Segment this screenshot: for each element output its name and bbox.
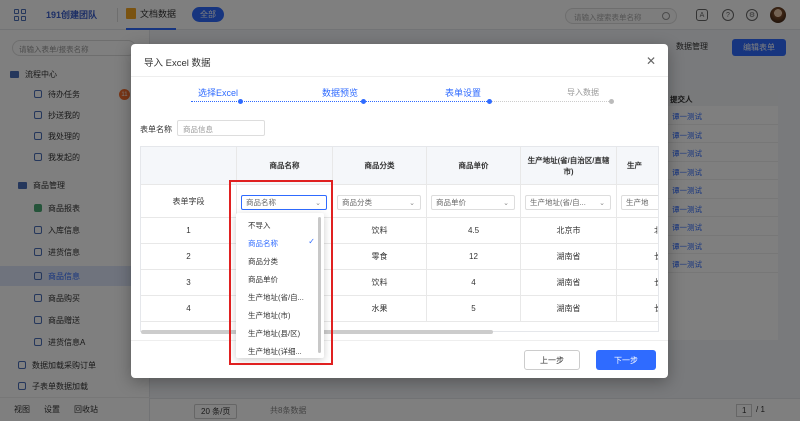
step-dot <box>487 99 492 104</box>
previous-step-button[interactable]: 上一步 <box>524 350 580 370</box>
select-value: 商品单价 <box>436 198 466 207</box>
header-cell: 商品分类 <box>333 147 427 185</box>
next-step-button[interactable]: 下一步 <box>596 350 656 370</box>
step-form-settings: 表单设置 <box>445 88 482 98</box>
row-label-form-field: 表单字段 <box>141 185 237 218</box>
row-index: 1 <box>141 218 237 244</box>
field-select-city[interactable]: 生产地 <box>621 195 658 210</box>
field-select-category[interactable]: 商品分类 ⌄ <box>337 195 421 210</box>
step-data-preview: 数据预览 <box>322 88 359 98</box>
step-progress-line <box>191 101 491 103</box>
data-cell: 湖南省 <box>521 244 617 270</box>
data-cell: 长 <box>617 296 658 322</box>
header-cell: 生产 <box>617 147 658 185</box>
data-cell: 零食 <box>333 244 427 270</box>
data-cell: 水果 <box>333 296 427 322</box>
data-cell: 5 <box>427 296 521 322</box>
header-cell: 生产地址(省/自治区/直辖市) <box>521 147 617 185</box>
data-cell: 长 <box>617 244 658 270</box>
chevron-down-icon: ⌄ <box>599 200 605 207</box>
step-pending-line <box>491 101 611 103</box>
close-icon[interactable]: ✕ <box>646 54 656 68</box>
data-cell: 4.5 <box>427 218 521 244</box>
step-dot <box>238 99 243 104</box>
select-value: 生产地址(省/自... <box>530 198 586 207</box>
divider <box>131 76 668 77</box>
divider <box>131 340 668 341</box>
field-select-price[interactable]: 商品单价 ⌄ <box>431 195 515 210</box>
data-cell: 湖南省 <box>521 296 617 322</box>
data-cell: 饮料 <box>333 218 427 244</box>
select-value: 生产地 <box>626 198 649 207</box>
modal-title: 导入 Excel 数据 <box>144 58 211 69</box>
row-index: 3 <box>141 270 237 296</box>
highlight-box <box>229 180 333 365</box>
step-select-excel: 选择Excel <box>198 88 239 98</box>
data-cell: 湖南省 <box>521 270 617 296</box>
form-name-input[interactable]: 商品信息 <box>177 120 265 136</box>
step-dot <box>609 99 614 104</box>
data-cell: 北 <box>617 218 658 244</box>
chevron-down-icon: ⌄ <box>503 200 509 207</box>
import-excel-modal: 导入 Excel 数据 ✕ 选择Excel 数据预览 表单设置 导入数据 表单名… <box>131 44 668 378</box>
header-cell-empty <box>141 147 237 185</box>
step-dot <box>361 99 366 104</box>
data-cell: 4 <box>427 270 521 296</box>
row-index: 2 <box>141 244 237 270</box>
form-name-placeholder: 商品信息 <box>183 125 213 134</box>
chevron-down-icon: ⌄ <box>409 200 415 207</box>
header-cell: 商品单价 <box>427 147 521 185</box>
field-mapping-table: 商品名称 商品分类 商品单价 生产地址(省/自治区/直辖市) 生产 表单字段 商… <box>140 146 659 332</box>
row-index: 4 <box>141 296 237 322</box>
form-name-label: 表单名称 <box>140 125 172 134</box>
data-cell: 饮料 <box>333 270 427 296</box>
select-value: 商品分类 <box>342 198 372 207</box>
step-import-data: 导入数据 <box>567 88 599 97</box>
data-cell: 12 <box>427 244 521 270</box>
data-cell: 长 <box>617 270 658 296</box>
field-select-province[interactable]: 生产地址(省/自... ⌄ <box>525 195 611 210</box>
data-cell: 北京市 <box>521 218 617 244</box>
